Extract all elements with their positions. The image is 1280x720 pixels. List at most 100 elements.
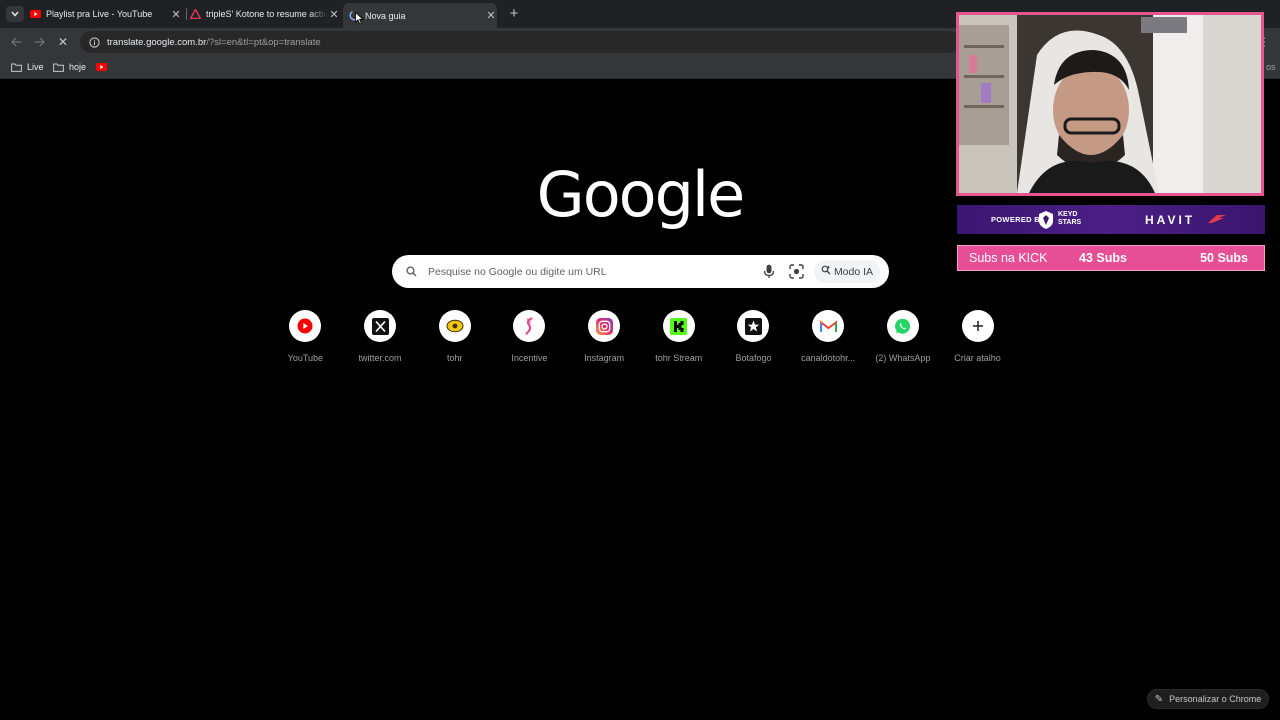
gmail-icon [819, 319, 837, 332]
bookmark-youtube[interactable] [95, 60, 112, 74]
subs-goal-label: Subs na KICK [969, 251, 1048, 265]
shortcut-label: Incentive [511, 353, 548, 363]
shortcut-tile[interactable] [289, 310, 322, 342]
tab-title: Nova guia [365, 10, 406, 21]
close-icon: ✕ [57, 35, 69, 49]
folder-icon [10, 61, 22, 73]
webcam-feed [956, 12, 1264, 196]
arrow-right-icon [34, 37, 45, 47]
search-icon [404, 265, 418, 279]
tab-title: Playlist pra Live - YouTube [46, 9, 153, 19]
bookmark-folder-hoje[interactable]: hoje [52, 60, 86, 74]
search-box[interactable]: Modo IA [392, 255, 889, 288]
shortcut-label: YouTube [287, 353, 324, 363]
ai-mode-label: Modo IA [833, 265, 874, 278]
shortcut-label: tohr Stream [655, 353, 703, 363]
tab-youtube-playlist[interactable]: Playlist pra Live - YouTube ✕ [30, 3, 182, 25]
shortcut-youtube[interactable]: YouTube [268, 310, 343, 363]
shortcut-label: (2) WhatsApp [875, 353, 931, 363]
stop-loading-button[interactable]: ✕ [55, 34, 71, 50]
shortcut-tile[interactable] [737, 310, 770, 342]
bookmark-overflow-text: os [1266, 62, 1276, 72]
sponsor-banner: POWERED BY KEYD STARS HAVIT [957, 205, 1265, 234]
microphone-icon[interactable] [762, 264, 776, 279]
tab-triples-news[interactable]: tripleS' Kotone to resume activ ✕ [190, 3, 340, 25]
url-host: translate.google.com.br [107, 36, 207, 48]
pencil-icon: ✎ [1154, 693, 1164, 705]
mouse-cursor-icon [355, 12, 364, 25]
plus-icon: + [509, 4, 519, 22]
shortcut-gmail[interactable]: canaldotohr... [791, 310, 866, 363]
close-icon[interactable]: ✕ [485, 10, 497, 22]
subs-target-count: 50 Subs [1200, 251, 1248, 265]
subs-current-count: 43 Subs [1079, 251, 1127, 265]
youtube-icon [95, 61, 107, 73]
back-button[interactable] [8, 34, 24, 50]
shortcut-label: Botafogo [735, 353, 772, 363]
new-tab-button[interactable]: + [506, 4, 522, 22]
ai-mode-button[interactable]: Modo IA [814, 260, 880, 283]
whatsapp-icon [895, 318, 911, 334]
search-input[interactable] [426, 264, 750, 279]
url-text: translate.google.com.br/?sl=en&tl=pt&op=… [107, 37, 321, 48]
shortcut-whatsapp[interactable]: (2) WhatsApp [866, 310, 941, 363]
shortcut-tile[interactable] [961, 310, 994, 342]
botafogo-star-icon [744, 317, 762, 335]
shortcut-twitter[interactable]: twitter.com [343, 310, 418, 363]
shortcut-label: canaldotohr... [801, 353, 856, 363]
youtube-icon [297, 318, 313, 334]
instagram-icon [595, 317, 613, 335]
google-lens-icon[interactable] [789, 264, 804, 279]
sponsor-keyd-stars: KEYD STARS [1058, 211, 1081, 227]
chevron-down-icon [11, 11, 19, 17]
ai-search-icon [821, 265, 831, 278]
customize-chrome-button[interactable]: ✎ Personalizar o Chrome [1147, 689, 1269, 709]
shortcut-incentive[interactable]: Incentive [492, 310, 567, 363]
shortcut-tile[interactable] [364, 310, 397, 342]
forward-button[interactable] [31, 34, 47, 50]
tab-divider [186, 8, 187, 20]
shortcut-label: Criar atalho [954, 353, 1001, 363]
sponsor-havit: HAVIT [1145, 213, 1196, 227]
warning-icon [190, 9, 201, 20]
bookmark-overflow[interactable]: os [1266, 60, 1276, 74]
close-icon[interactable]: ✕ [328, 8, 340, 21]
incentive-icon [525, 317, 534, 335]
address-bar[interactable]: translate.google.com.br/?sl=en&tl=pt&op=… [80, 31, 960, 53]
shortcut-tile[interactable] [588, 310, 621, 342]
customize-label: Personalizar o Chrome [1169, 694, 1262, 704]
shortcut-instagram[interactable]: Instagram [567, 310, 642, 363]
shortcut-tohr-stream[interactable]: tohr Stream [641, 310, 716, 363]
site-info-icon[interactable] [87, 35, 101, 49]
tab-new-tab[interactable]: Nova guia ✕ [343, 3, 497, 28]
shortcut-tile[interactable] [438, 310, 471, 342]
shortcut-tile[interactable] [886, 310, 919, 342]
keyd-stars-logo-icon [1039, 211, 1053, 229]
shortcut-tile[interactable] [662, 310, 695, 342]
tohr-icon [446, 319, 464, 333]
havit-swoosh-icon [1208, 215, 1226, 223]
webcam-image [959, 15, 1261, 193]
tab-title: tripleS' Kotone to resume activ [206, 9, 328, 19]
shortcut-label: Instagram [584, 353, 625, 363]
shortcuts-grid: YouTube twitter.com tohr Incentive Insta… [268, 310, 1015, 363]
x-icon [371, 317, 389, 335]
shortcut-tile[interactable] [513, 310, 546, 342]
shortcut-tile[interactable] [812, 310, 845, 342]
shortcut-label: twitter.com [358, 353, 402, 363]
close-icon[interactable]: ✕ [170, 8, 182, 21]
kick-icon [670, 317, 688, 335]
folder-icon [52, 61, 64, 73]
sponsor-keyd-line2: STARS [1058, 219, 1082, 226]
shortcut-botafogo[interactable]: Botafogo [716, 310, 791, 363]
plus-icon [972, 321, 983, 331]
bookmark-folder-live[interactable]: Live [10, 60, 44, 74]
shortcut-add[interactable]: Criar atalho [940, 310, 1015, 363]
subs-goal-bar: Subs na KICK 43 Subs 50 Subs [957, 245, 1265, 271]
url-path: /?sl=en&tl=pt&op=translate [206, 36, 321, 48]
shortcut-label: tohr [446, 353, 463, 363]
youtube-icon [30, 9, 41, 20]
shortcut-tohr[interactable]: tohr [417, 310, 492, 363]
arrow-left-icon [10, 37, 21, 47]
tab-search-button[interactable] [6, 6, 24, 22]
